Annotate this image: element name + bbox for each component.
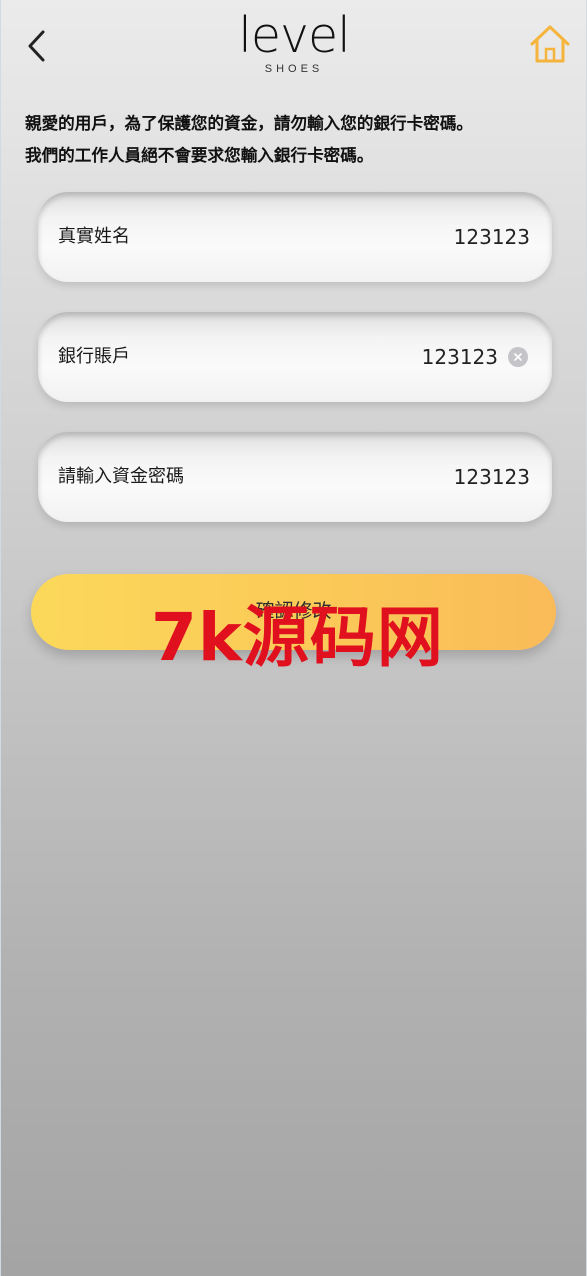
bank-account-field[interactable]: 銀行賬戶 123123 [38,312,552,402]
brand-logo: level SHOES [201,8,387,80]
home-icon [530,25,570,63]
chevron-left-icon [28,30,45,62]
watermark-text: 7k源码网 [151,599,444,676]
brand-logo-word: level [238,7,351,64]
security-notice-line-1: 親愛的用戶，為了保護您的資金，請勿輸入您的銀行卡密碼。 [25,114,474,133]
fund-password-input[interactable]: 123123 [454,464,530,490]
app-screen: level SHOES 親愛的用戶，為了保護您的資金，請勿輸入您的銀行卡密碼。 … [0,0,587,1276]
top-bar: level SHOES [1,0,587,90]
bank-account-input[interactable]: 123123 [422,344,498,370]
real-name-input[interactable]: 123123 [454,224,530,250]
back-button[interactable] [21,26,55,66]
fund-password-label: 請輸入資金密碼 [58,466,184,487]
home-button[interactable] [528,22,572,66]
real-name-label: 真實姓名 [58,226,130,247]
brand-logo-subtitle: SHOES [264,63,324,75]
bank-account-label: 銀行賬戶 [58,346,130,367]
real-name-field[interactable]: 真實姓名 123123 [38,192,552,282]
security-notice: 親愛的用戶，為了保護您的資金，請勿輸入您的銀行卡密碼。 我們的工作人員絕不會要求… [25,108,570,172]
clear-icon[interactable] [508,347,528,367]
fund-password-field[interactable]: 請輸入資金密碼 123123 [38,432,552,522]
security-notice-line-2: 我們的工作人員絕不會要求您輸入銀行卡密碼。 [25,146,374,165]
